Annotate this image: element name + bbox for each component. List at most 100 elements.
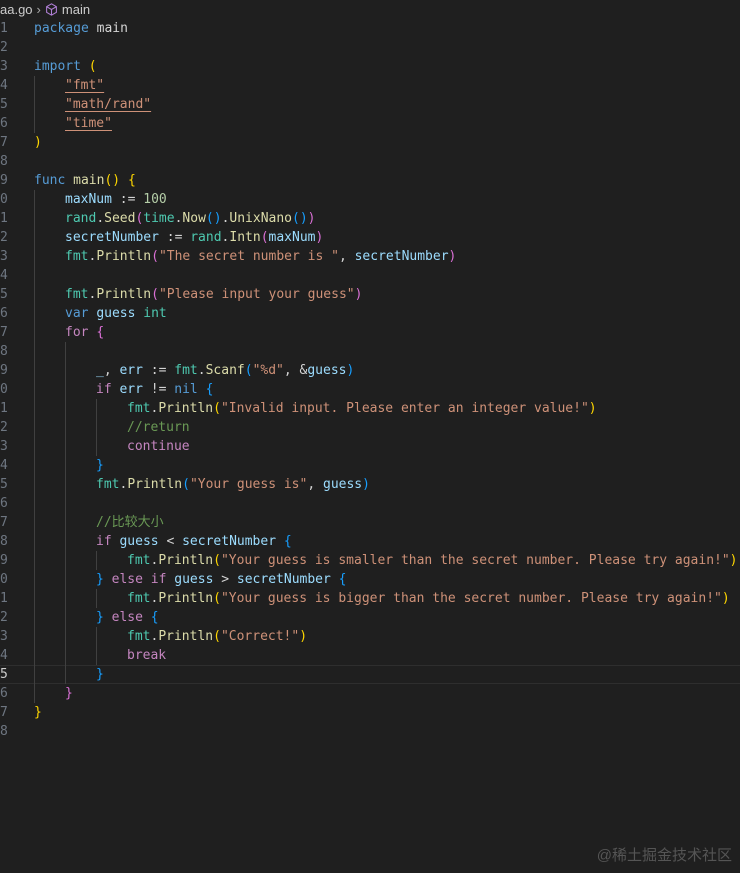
code-text: var guess int — [65, 304, 167, 323]
indent-guide — [65, 570, 66, 589]
code-line[interactable]: 7) — [0, 133, 740, 152]
line-number: 6 — [0, 306, 8, 321]
code-line[interactable]: 7 for { — [0, 323, 740, 342]
code-token: secretNumber — [236, 572, 331, 587]
code-token: ) — [346, 363, 355, 378]
code-editor[interactable]: 1 package main 2 3 import (4 "fmt" 5 "math/rand… — [0, 19, 740, 741]
code-line[interactable]: 6} — [0, 684, 740, 703]
code-token: ) — [362, 477, 370, 492]
breadcrumb-file[interactable]: aa.go — [0, 2, 33, 17]
code-line[interactable]: 5 "math/rand" — [0, 95, 740, 114]
indent-guide — [65, 627, 66, 646]
code-token: guess — [307, 363, 347, 378]
code-token: ) — [729, 553, 738, 568]
code-line[interactable]: 2 //return — [0, 418, 740, 437]
indent-guide — [34, 646, 35, 665]
code-text: continue — [127, 437, 190, 456]
code-token: "Correct!" — [220, 629, 300, 644]
code-line[interactable]: 8 — [0, 152, 740, 171]
code-text: fmt.Println("Please input your guess") — [65, 285, 362, 304]
code-token: ( — [151, 249, 159, 264]
code-text: ) — [34, 133, 42, 152]
code-token: fmt — [127, 629, 151, 644]
code-line[interactable]: 1 rand.Seed(time.Now().UnixNano()) — [0, 209, 740, 228]
code-line[interactable]: 6 "time" — [0, 114, 740, 133]
code-line[interactable]: 7 //比较大小 — [0, 513, 740, 532]
line-number: 4 — [0, 268, 8, 283]
code-line[interactable]: 8 — [0, 722, 740, 741]
indent-guide — [34, 513, 35, 532]
code-line[interactable]: 2 secretNumber := rand.Intn(maxNum) — [0, 228, 740, 247]
code-line[interactable]: 1 fmt.Println("Invalid input. Please ente… — [0, 399, 740, 418]
breadcrumb-symbol[interactable]: main — [62, 2, 90, 17]
code-text: } — [96, 665, 104, 684]
code-token: _ — [96, 363, 104, 378]
line-number: 0 — [0, 572, 8, 587]
indent-guide — [34, 209, 35, 228]
indent-guide — [34, 475, 35, 494]
code-token: { — [283, 534, 292, 549]
code-token: //return — [127, 420, 190, 435]
code-line[interactable]: 2} else { — [0, 608, 740, 627]
code-line[interactable]: 8 — [0, 342, 740, 361]
line-number: 0 — [0, 382, 8, 397]
code-line[interactable]: 5} — [0, 665, 740, 684]
code-line[interactable]: 1 fmt.Println("Your guess is bigger than … — [0, 589, 740, 608]
code-line[interactable]: 0} else if guess > secretNumber { — [0, 570, 740, 589]
code-token: rand — [190, 230, 222, 245]
code-token: Scanf — [205, 363, 245, 378]
code-token: () — [292, 211, 308, 226]
code-token: Println — [158, 629, 214, 644]
code-line[interactable]: 9 func main() { — [0, 171, 740, 190]
code-token: } — [96, 610, 104, 625]
indent-guide — [34, 684, 35, 703]
breadcrumb: aa.go › main — [0, 0, 90, 18]
line-number: 2 — [0, 230, 8, 245]
code-token: "Please input your guess" — [158, 287, 355, 302]
code-token: "time" — [65, 116, 112, 131]
code-line[interactable]: 4 — [0, 266, 740, 285]
code-line[interactable]: 3 import ( — [0, 57, 740, 76]
code-text: "time" — [65, 114, 112, 133]
code-line[interactable]: 5 fmt.Println("Please input your guess") — [0, 285, 740, 304]
code-text: fmt.Println("Your guess is bigger than t… — [127, 589, 730, 608]
code-text: fmt.Println("Your guess is", guess) — [96, 475, 370, 494]
code-line[interactable]: 3 continue — [0, 437, 740, 456]
code-line[interactable]: 9 fmt.Println("Your guess is smaller than… — [0, 551, 740, 570]
code-line[interactable]: 3 fmt.Println("Correct!") — [0, 627, 740, 646]
code-token: if — [150, 572, 167, 587]
code-line[interactable]: 2 — [0, 38, 740, 57]
code-text: maxNum := 100 — [65, 190, 167, 209]
indent-guide — [65, 342, 66, 361]
line-number: 8 — [0, 724, 8, 739]
code-token: else — [111, 610, 143, 625]
code-line[interactable]: 0 if err != nil { — [0, 380, 740, 399]
code-line[interactable]: 0 maxNum := 100 — [0, 190, 740, 209]
code-token: () — [104, 173, 121, 188]
code-line[interactable]: 9 _, err := fmt.Scanf("%d", &guess) — [0, 361, 740, 380]
code-line[interactable]: 6 — [0, 494, 740, 513]
indent-guide — [65, 456, 66, 475]
code-token: fmt — [65, 249, 89, 264]
line-number: 7 — [0, 705, 8, 720]
code-line[interactable]: 1 package main — [0, 19, 740, 38]
code-line[interactable]: 8 if guess < secretNumber { — [0, 532, 740, 551]
code-token: } — [96, 667, 104, 682]
code-line[interactable]: 5 fmt.Println("Your guess is", guess) — [0, 475, 740, 494]
line-number: 8 — [0, 154, 8, 169]
code-line[interactable]: 7} — [0, 703, 740, 722]
code-token: Now — [182, 211, 206, 226]
indent-guide — [34, 418, 35, 437]
code-token: for — [65, 325, 89, 340]
code-line[interactable]: 4} — [0, 456, 740, 475]
code-token: fmt — [174, 363, 198, 378]
code-token: time — [143, 211, 175, 226]
line-number: 6 — [0, 116, 8, 131]
code-line[interactable]: 4 "fmt" — [0, 76, 740, 95]
code-token: continue — [127, 439, 190, 454]
code-token: maxNum — [65, 192, 112, 207]
code-line[interactable]: 6 var guess int — [0, 304, 740, 323]
code-line[interactable]: 3 fmt.Println("The secret number is ", se… — [0, 247, 740, 266]
code-line[interactable]: 4 break — [0, 646, 740, 665]
